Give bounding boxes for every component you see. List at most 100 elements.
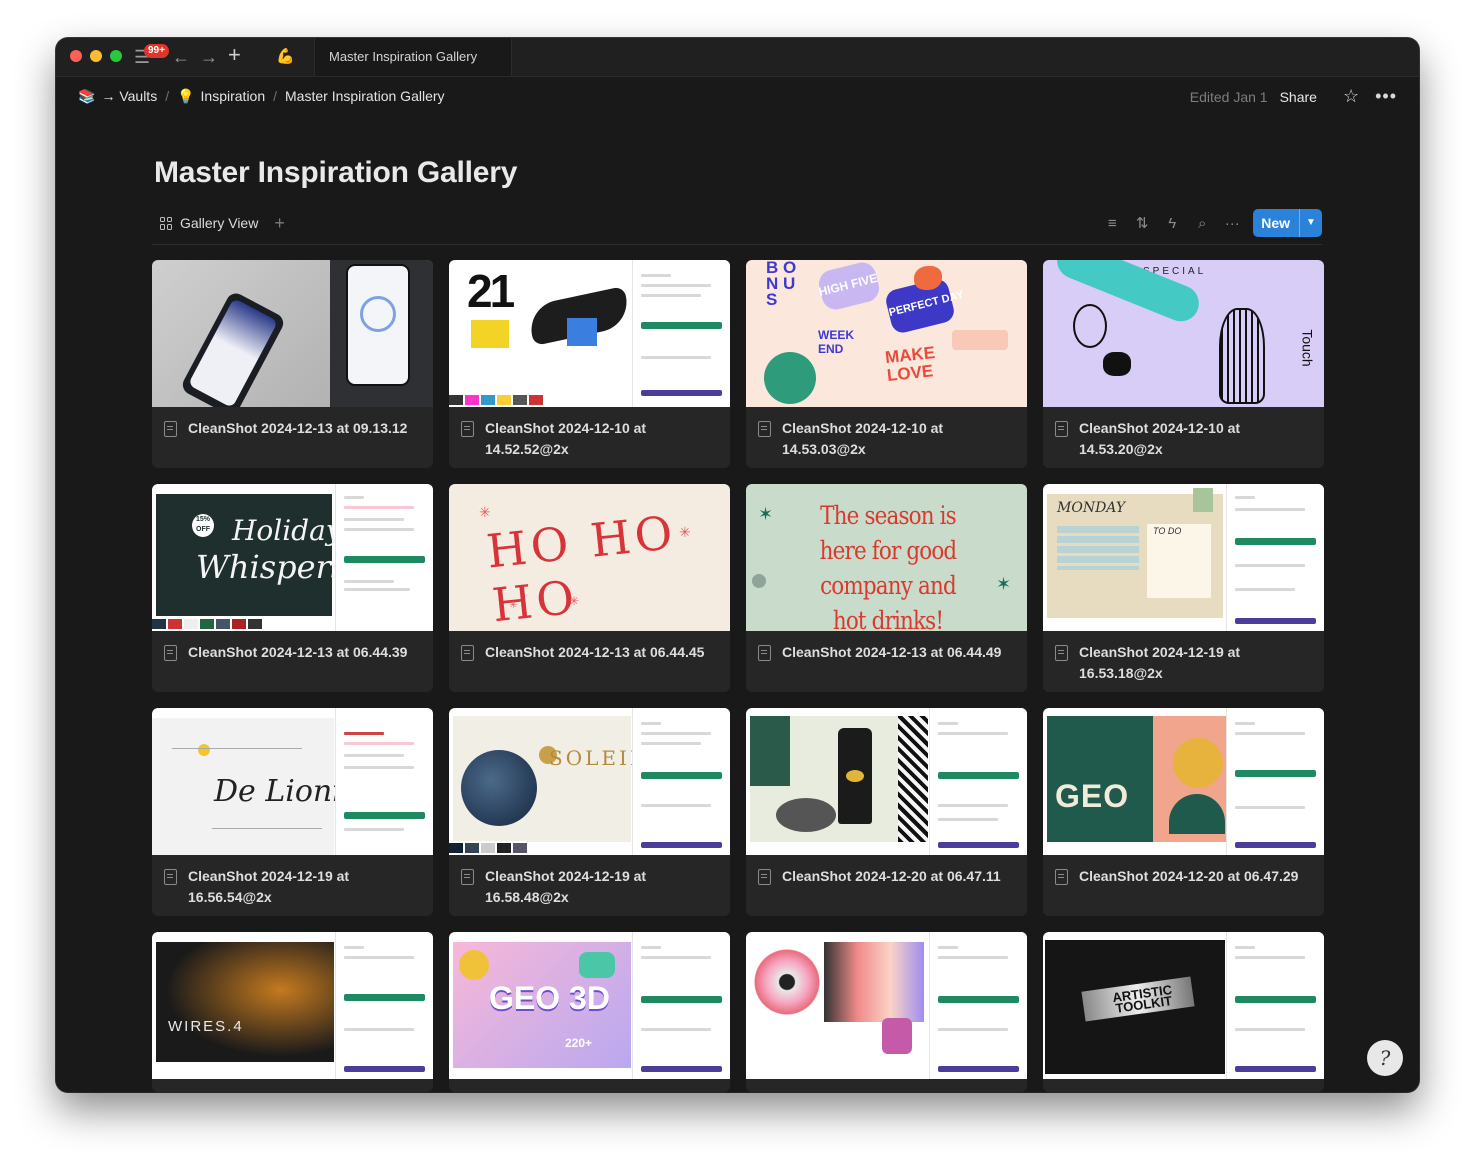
gallery-card[interactable]: SPECIAL Touch CleanShot 2024-12-10 at 14… [1043,260,1324,468]
card-caption: CleanShot 2024-12-19 at 16.58.48@2x [461,866,718,908]
zoom-window-button[interactable] [110,50,122,62]
page-icon [164,645,177,661]
card-title: CleanShot 2024-12-13 at 06.44.39 [188,644,408,660]
star-icon[interactable]: ☆ [1343,86,1359,107]
thumb-text: GEO 3D [489,980,610,1016]
breadcrumb-inspiration[interactable]: Inspiration [201,88,266,104]
sort-icon[interactable]: ⇅ [1127,214,1157,232]
breadcrumb-current-page[interactable]: Master Inspiration Gallery [285,88,445,104]
card-caption: CleanShot 2024-12-10 at 14.53.03@2x [758,418,1015,460]
filter-icon[interactable]: ≡ [1097,215,1127,232]
card-caption: CleanShot 2024-12-13 at 06.44.39 [164,642,421,663]
card-thumbnail [152,260,433,407]
app-window: ☰ 99+ ← → + 💪 Master Inspiration Gallery… [56,38,1419,1092]
page-icon [164,421,177,437]
gallery-card[interactable]: ARTISTIC TOOLKIT [1043,932,1324,1092]
gallery-grid-icon [160,216,173,230]
view-label: Gallery View [180,215,259,231]
thumb-text: WIRES.4 [168,1018,244,1035]
card-title: CleanShot 2024-12-19 at 16.56.54@2x [188,868,350,905]
card-title: CleanShot 2024-12-19 at 16.53.18@2x [1079,644,1241,681]
edited-timestamp: Edited Jan 1 [1189,88,1268,105]
help-button[interactable]: ? [1367,1040,1403,1076]
card-thumbnail: SOLEIL [449,708,730,855]
new-button[interactable]: New ▼ [1253,209,1322,237]
thumb-strip [152,617,262,631]
gallery-card[interactable]: 21 CleanShot 2024-12-10 at 14.52.52@2x [449,260,730,468]
gallery-card[interactable]: MONDAY TO DO CleanShot 2024-12-19 at 16.… [1043,484,1324,692]
share-button[interactable]: Share [1280,89,1317,105]
lightbulb-icon: 💡 [177,87,195,104]
card-title: CleanShot 2024-12-10 at 14.52.52@2x [485,420,647,457]
minimize-window-button[interactable] [90,50,102,62]
card-caption: CleanShot 2024-12-20 at 06.47.29 [1055,866,1312,887]
close-window-button[interactable] [70,50,82,62]
gallery-card[interactable]: CleanShot 2024-12-20 at 06.47.11 [746,708,1027,916]
card-thumbnail: HO HO HO ✳ ✳ ✳ ✳ [449,484,730,631]
breadcrumb: 📚 → Vaults / 💡 Inspiration / Master Insp… [78,86,445,106]
gallery-card[interactable] [746,932,1027,1092]
automation-lightning-icon[interactable]: ϟ [1157,215,1187,232]
more-view-options-icon[interactable]: ··· [1217,215,1247,232]
tab-gallery-view[interactable]: Gallery View + [160,214,285,232]
add-view-plus-icon[interactable]: + [274,214,285,232]
thumb-text: WEEK END [818,328,854,356]
card-caption: CleanShot 2024-12-19 at 16.53.18@2x [1055,642,1312,684]
title-bar: ☰ 99+ ← → + 💪 Master Inspiration Gallery [56,38,1419,77]
thumb-text: GEO [1055,778,1130,814]
thumb-text: Holiday [232,514,342,547]
gallery-card[interactable]: The season is here for good company and … [746,484,1027,692]
card-thumbnail: SPECIAL Touch [1043,260,1324,407]
card-title: CleanShot 2024-12-13 at 06.44.49 [782,644,1002,660]
page-icon [461,869,474,885]
gallery-card[interactable]: GEO 3D 220+ [449,932,730,1092]
thumb-text: 15% OFF [192,514,214,537]
card-caption: CleanShot 2024-12-10 at 14.52.52@2x [461,418,718,460]
thumb-text: HO HO HO [484,505,679,631]
notification-badge: 99+ [144,44,169,58]
card-thumbnail: B O N U S HIGH FIVE PERFECT DAY WEEK END… [746,260,1027,407]
gallery-card[interactable]: WIRES.4 [152,932,433,1092]
flexed-arm-icon: 💪 [276,48,295,65]
page-icon [1055,645,1068,661]
more-options-icon[interactable]: ••• [1375,86,1397,107]
thumb-text: MONDAY [1057,500,1126,516]
gallery-card[interactable]: GEO CleanShot 2024-12-20 at 06.47.29 [1043,708,1324,916]
chevron-down-icon[interactable]: ▼ [1299,209,1322,237]
books-icon: 📚 [78,87,96,104]
card-thumbnail: 21 [449,260,730,407]
card-thumbnail: MONDAY TO DO [1043,484,1324,631]
card-thumbnail: GEO [1043,708,1324,855]
card-thumbnail: 15% OFF Holiday Whispers [152,484,433,631]
gallery-card[interactable]: De Lionist CleanShot 2024-12-19 at 16.56… [152,708,433,916]
page-actions: Edited Jan 1 Share ☆ ••• [1190,86,1397,107]
page-icon [1055,869,1068,885]
gallery-card[interactable]: HO HO HO ✳ ✳ ✳ ✳ CleanShot 2024-12-13 at… [449,484,730,692]
card-thumbnail: The season is here for good company and … [746,484,1027,631]
page-icon [461,421,474,437]
page-icon [1055,421,1068,437]
thumb-text: Whispers [196,548,348,586]
card-title: CleanShot 2024-12-10 at 14.53.03@2x [782,420,944,457]
breadcrumb-separator: / [165,88,170,104]
page-icon [758,869,771,885]
thumb-text: 220+ [565,1036,593,1050]
gallery-card[interactable]: 15% OFF Holiday Whispers CleanShot 2024-… [152,484,433,692]
breadcrumb-vaults[interactable]: → Vaults [101,88,157,104]
thumb-text: MAKE LOVE [884,343,936,386]
page-icon [164,869,177,885]
new-tab-plus-icon[interactable]: + [228,44,241,66]
gallery-card[interactable]: B O N U S HIGH FIVE PERFECT DAY WEEK END… [746,260,1027,468]
card-thumbnail: ARTISTIC TOOLKIT [1043,932,1324,1079]
database-tools: ≡ ⇅ ϟ ⌕ ··· New ▼ [1097,209,1322,237]
card-caption: CleanShot 2024-12-13 at 06.44.49 [758,642,1015,663]
tab-master-inspiration-gallery[interactable]: Master Inspiration Gallery [314,38,512,76]
card-thumbnail: De Lionist [152,708,433,855]
forward-arrow-icon[interactable]: → [200,46,218,68]
gallery-card[interactable]: SOLEIL CleanShot 2024-12-19 at 16.58.48@… [449,708,730,916]
gallery-card[interactable]: CleanShot 2024-12-13 at 09.13.12 [152,260,433,468]
card-title: CleanShot 2024-12-13 at 06.44.45 [485,644,705,660]
back-arrow-icon[interactable]: ← [172,46,190,68]
thumb-text: Touch [1299,329,1316,367]
search-icon[interactable]: ⌕ [1187,215,1217,232]
